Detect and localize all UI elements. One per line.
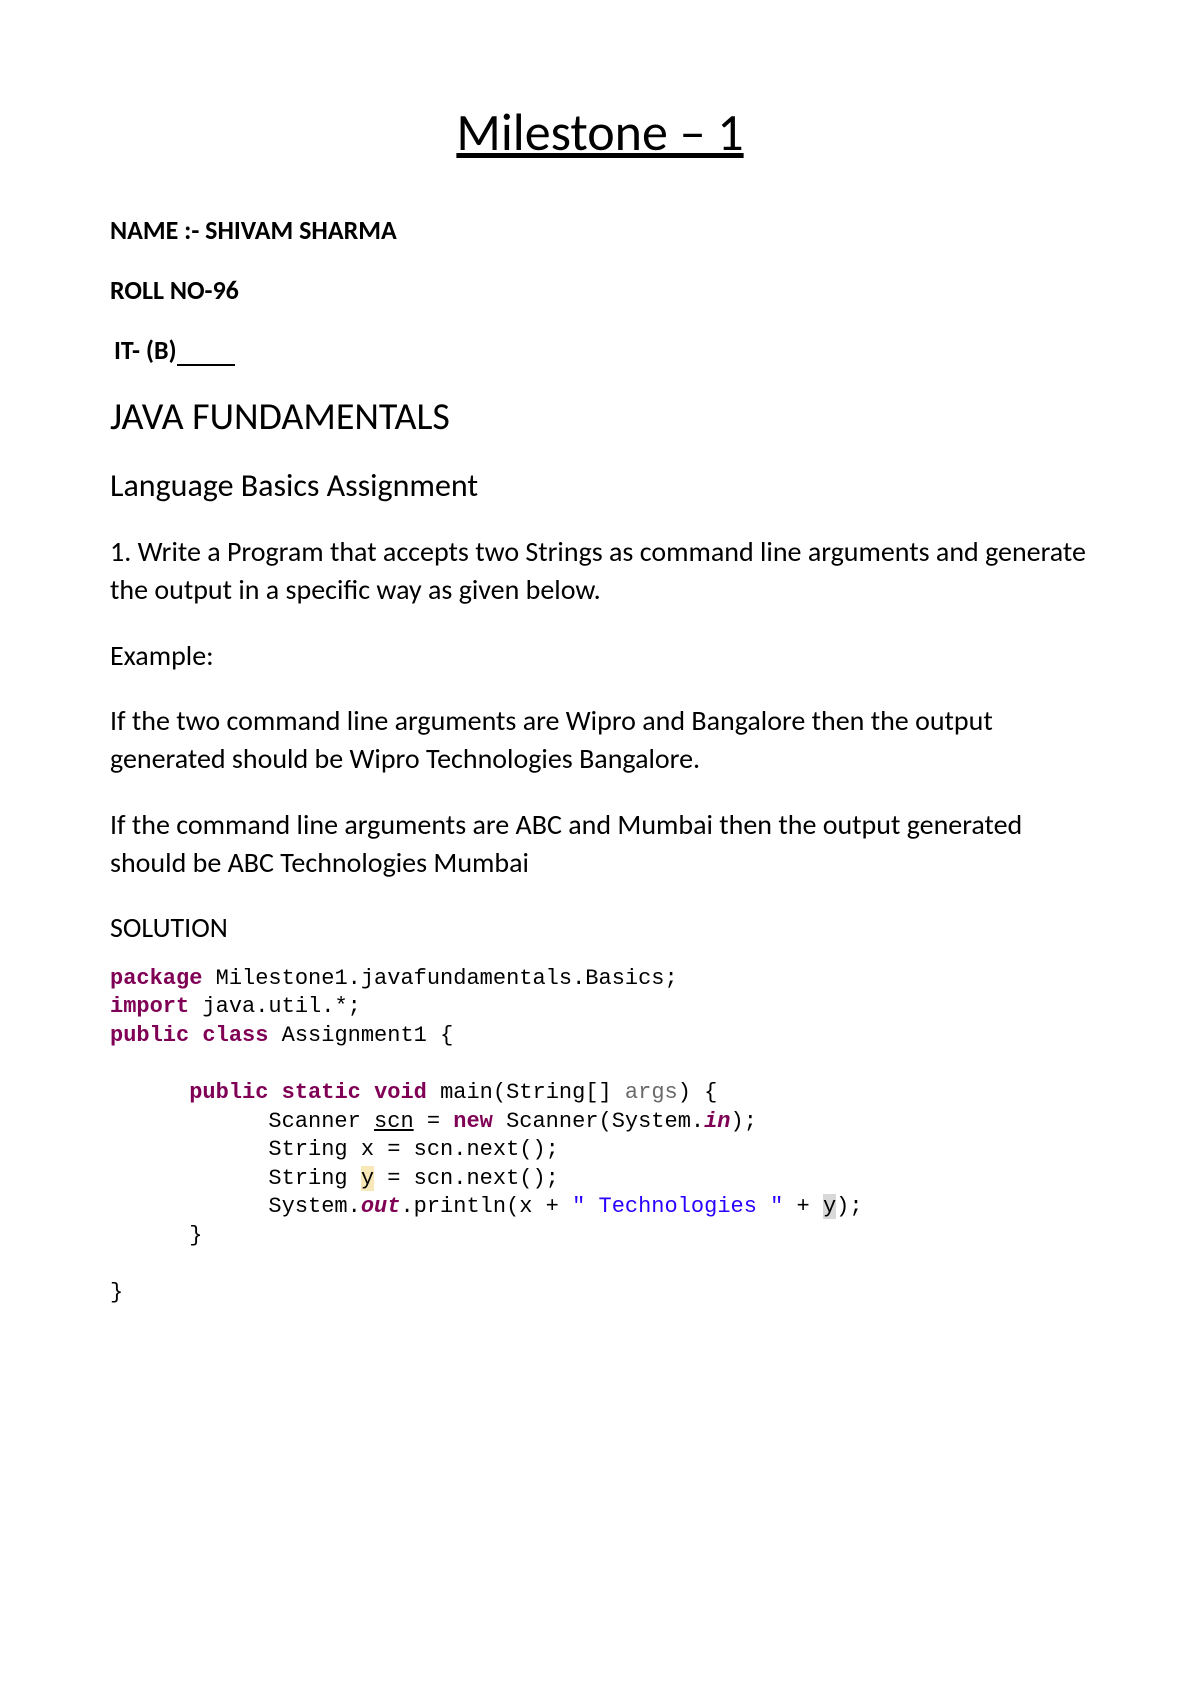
course-heading: JAVA FUNDAMENTALS xyxy=(110,394,1090,440)
keyword-new: new xyxy=(453,1109,493,1134)
out-line-1: System. xyxy=(110,1194,361,1219)
x-line: String x = scn.next(); xyxy=(110,1137,559,1162)
assignment-heading: Language Basics Assignment xyxy=(110,466,1090,505)
keyword-package: package xyxy=(110,966,202,991)
keyword-import: import xyxy=(110,994,189,1019)
y-var: y xyxy=(361,1166,374,1191)
scanner-line-4: ); xyxy=(731,1109,757,1134)
document-title: Milestone – 1 xyxy=(110,100,1090,164)
class-name: Assignment1 { xyxy=(268,1023,453,1048)
scanner-line-2: = xyxy=(414,1109,454,1134)
question-text: 1. Write a Program that accepts two Stri… xyxy=(110,533,1090,609)
keyword-public-2: public xyxy=(189,1080,268,1105)
close-brace-1: } xyxy=(110,1223,202,1248)
close-brace-2: } xyxy=(110,1280,123,1305)
string-literal: " Technologies " xyxy=(572,1194,783,1219)
section-prefix: IT- (B) xyxy=(114,334,177,366)
example-para-1: If the two command line arguments are Wi… xyxy=(110,702,1090,778)
y-line-1: String xyxy=(110,1166,361,1191)
section-line: IT- (B) xyxy=(114,334,1090,366)
example-label: Example: xyxy=(110,637,1090,675)
main-sig-2: ) { xyxy=(678,1080,718,1105)
scanner-line-1: Scanner xyxy=(110,1109,374,1134)
solution-label: SOLUTION xyxy=(110,910,1090,945)
package-name: Milestone1.javafundamentals.Basics; xyxy=(202,966,677,991)
out-line-4: ); xyxy=(836,1194,862,1219)
system-out: out xyxy=(361,1194,401,1219)
scn-var: scn xyxy=(374,1109,414,1134)
y-line-2: = scn.next(); xyxy=(374,1166,559,1191)
keyword-public: public xyxy=(110,1023,189,1048)
keyword-static: static xyxy=(282,1080,361,1105)
section-blank xyxy=(177,364,235,366)
system-in: in xyxy=(704,1109,730,1134)
out-line-3: + xyxy=(783,1194,823,1219)
import-name: java.util.*; xyxy=(189,994,361,1019)
scanner-line-3: Scanner(System. xyxy=(493,1109,704,1134)
name-line: NAME :- SHIVAM SHARMA xyxy=(110,214,1090,246)
code-block: package Milestone1.javafundamentals.Basi… xyxy=(110,965,1090,1308)
roll-line: ROLL NO-96 xyxy=(110,274,1090,306)
out-line-2: .println(x + xyxy=(400,1194,572,1219)
y-end-var: y xyxy=(823,1194,836,1219)
main-sig-1: main(String[] xyxy=(427,1080,625,1105)
keyword-void: void xyxy=(374,1080,427,1105)
keyword-class: class xyxy=(202,1023,268,1048)
example-para-2: If the command line arguments are ABC an… xyxy=(110,806,1090,882)
args-param: args xyxy=(625,1080,678,1105)
